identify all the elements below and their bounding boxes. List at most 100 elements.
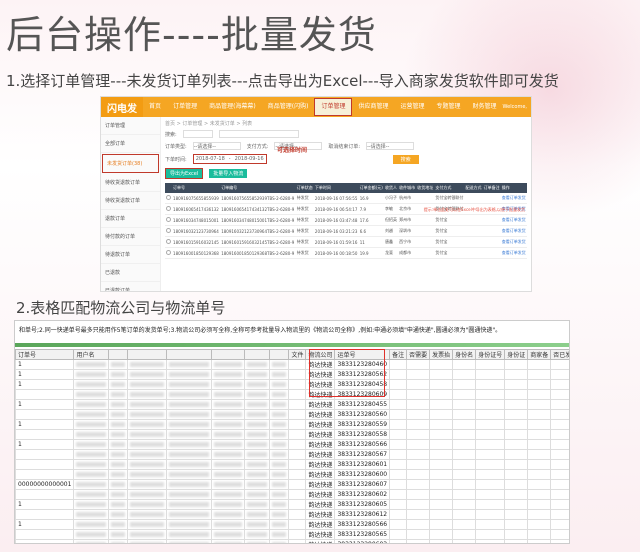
redacted-cell[interactable]	[73, 449, 110, 460]
sheet-cell[interactable]	[452, 429, 477, 440]
courier-cell[interactable]: 韵达快递	[305, 449, 336, 460]
sheet-col-header[interactable]: 文件	[288, 349, 307, 360]
sheet-cell[interactable]	[527, 419, 552, 430]
tracking-number-cell[interactable]: 3833123280607	[334, 479, 391, 490]
redacted-cell[interactable]	[127, 459, 168, 470]
row-checkbox[interactable]	[166, 206, 171, 211]
redacted-cell[interactable]	[166, 539, 213, 543]
redacted-cell[interactable]	[211, 409, 246, 420]
sheet-cell[interactable]	[550, 399, 569, 410]
sheet-cell[interactable]	[550, 509, 569, 520]
redacted-cell[interactable]	[166, 419, 213, 430]
sheet-cell[interactable]	[504, 499, 529, 510]
redacted-cell[interactable]	[288, 419, 307, 430]
sheet-cell[interactable]	[389, 509, 408, 520]
redacted-cell[interactable]	[269, 509, 290, 520]
sheet-cell[interactable]	[389, 379, 408, 390]
redacted-cell[interactable]	[269, 459, 290, 470]
sheet-cell[interactable]	[452, 389, 477, 400]
view-order-link[interactable]: 查看订单发货	[500, 214, 527, 226]
redacted-cell[interactable]	[127, 499, 168, 510]
redacted-cell[interactable]	[269, 499, 290, 510]
sheet-cell[interactable]	[452, 519, 477, 530]
sheet-cell[interactable]	[389, 529, 408, 540]
nav-home[interactable]: 首页	[143, 97, 167, 117]
tracking-number-cell[interactable]: 3833123280567	[334, 449, 391, 460]
courier-cell[interactable]: 韵达快递	[305, 419, 336, 430]
redacted-cell[interactable]	[108, 439, 129, 450]
redacted-cell[interactable]	[244, 409, 271, 420]
redacted-cell[interactable]	[73, 479, 110, 490]
redacted-cell[interactable]	[127, 409, 168, 420]
sheet-cell[interactable]	[406, 459, 431, 470]
sheet-cell[interactable]	[550, 469, 569, 480]
redacted-cell[interactable]	[269, 419, 290, 430]
redacted-cell[interactable]	[211, 489, 246, 500]
sheet-cell[interactable]	[429, 539, 454, 543]
sheet-cell[interactable]	[527, 499, 552, 510]
sheet-cell[interactable]	[406, 419, 431, 430]
order-id-cell[interactable]: 1	[15, 439, 75, 450]
tracking-number-cell[interactable]: 3833123280605	[334, 499, 391, 510]
redacted-cell[interactable]	[108, 499, 129, 510]
redacted-cell[interactable]	[166, 429, 213, 440]
redacted-cell[interactable]	[127, 509, 168, 520]
sidebar-item-unpaid[interactable]: 待付款的订单	[101, 228, 160, 246]
redacted-cell[interactable]	[244, 449, 271, 460]
redacted-cell[interactable]	[73, 509, 110, 520]
sheet-col-header[interactable]	[127, 349, 168, 360]
redacted-cell[interactable]	[269, 489, 290, 500]
redacted-cell[interactable]	[108, 359, 129, 370]
sheet-cell[interactable]	[389, 449, 408, 460]
sheet-cell[interactable]	[429, 509, 454, 520]
tracking-number-cell[interactable]: 3833123280558	[334, 429, 391, 440]
sidebar-item-unshipped[interactable]: 未发货订单(38)	[102, 154, 159, 173]
sheet-row[interactable]: 00000000000001 韵达快递 3833123280607	[15, 479, 569, 490]
sidebar-item-refunded-orders[interactable]: 已退款订单	[101, 282, 160, 291]
sheet-col-header[interactable]: 身份证	[504, 349, 529, 360]
redacted-cell[interactable]	[244, 509, 271, 520]
sheet-cell[interactable]	[550, 429, 569, 440]
sheet-cell[interactable]	[504, 489, 529, 500]
sheet-row[interactable]: 韵达快递 3833123280558	[15, 429, 569, 440]
redacted-cell[interactable]	[127, 429, 168, 440]
redacted-cell[interactable]	[127, 399, 168, 410]
redacted-cell[interactable]	[108, 489, 129, 500]
redacted-cell[interactable]	[269, 359, 290, 370]
order-id-cell[interactable]	[15, 509, 75, 520]
date-from[interactable]: 2018-07-18	[196, 156, 225, 162]
order-id-cell[interactable]	[15, 539, 75, 543]
sheet-cell[interactable]	[429, 489, 454, 500]
sidebar-item-all-orders[interactable]: 全部订单	[101, 135, 160, 153]
redacted-cell[interactable]	[108, 389, 129, 400]
redacted-cell[interactable]	[211, 399, 246, 410]
sheet-cell[interactable]	[429, 439, 454, 450]
tracking-number-cell[interactable]: 3833123280600	[334, 469, 391, 480]
order-id-cell[interactable]: 1	[15, 419, 75, 430]
order-id-cell[interactable]	[15, 409, 75, 420]
redacted-cell[interactable]	[244, 439, 271, 450]
redacted-cell[interactable]	[288, 399, 307, 410]
sheet-col-header[interactable]	[108, 349, 129, 360]
sheet-row[interactable]: 韵达快递 3833123280567	[15, 449, 569, 460]
sheet-cell[interactable]	[475, 439, 506, 450]
sheet-col-header[interactable]	[166, 349, 213, 360]
redacted-cell[interactable]	[269, 439, 290, 450]
redacted-cell[interactable]	[127, 439, 168, 450]
redacted-cell[interactable]	[244, 529, 271, 540]
sheet-row[interactable]: 1 韵达快递 3833123280605	[15, 499, 569, 510]
tracking-number-cell[interactable]: 3833123280603	[334, 539, 391, 543]
row-checkbox[interactable]	[166, 195, 171, 200]
redacted-cell[interactable]	[288, 389, 307, 400]
courier-cell[interactable]: 韵达快递	[305, 539, 336, 543]
sheet-cell[interactable]	[406, 399, 431, 410]
sheet-cell[interactable]	[406, 439, 431, 450]
sheet-row[interactable]: 1 韵达快递 3833123280458	[15, 379, 569, 390]
redacted-cell[interactable]	[211, 469, 246, 480]
sheet-cell[interactable]	[475, 369, 506, 380]
sheet-cell[interactable]	[475, 529, 506, 540]
order-id-cell[interactable]	[15, 449, 75, 460]
sheet-cell[interactable]	[550, 369, 569, 380]
redacted-cell[interactable]	[127, 489, 168, 500]
sheet-cell[interactable]	[406, 449, 431, 460]
